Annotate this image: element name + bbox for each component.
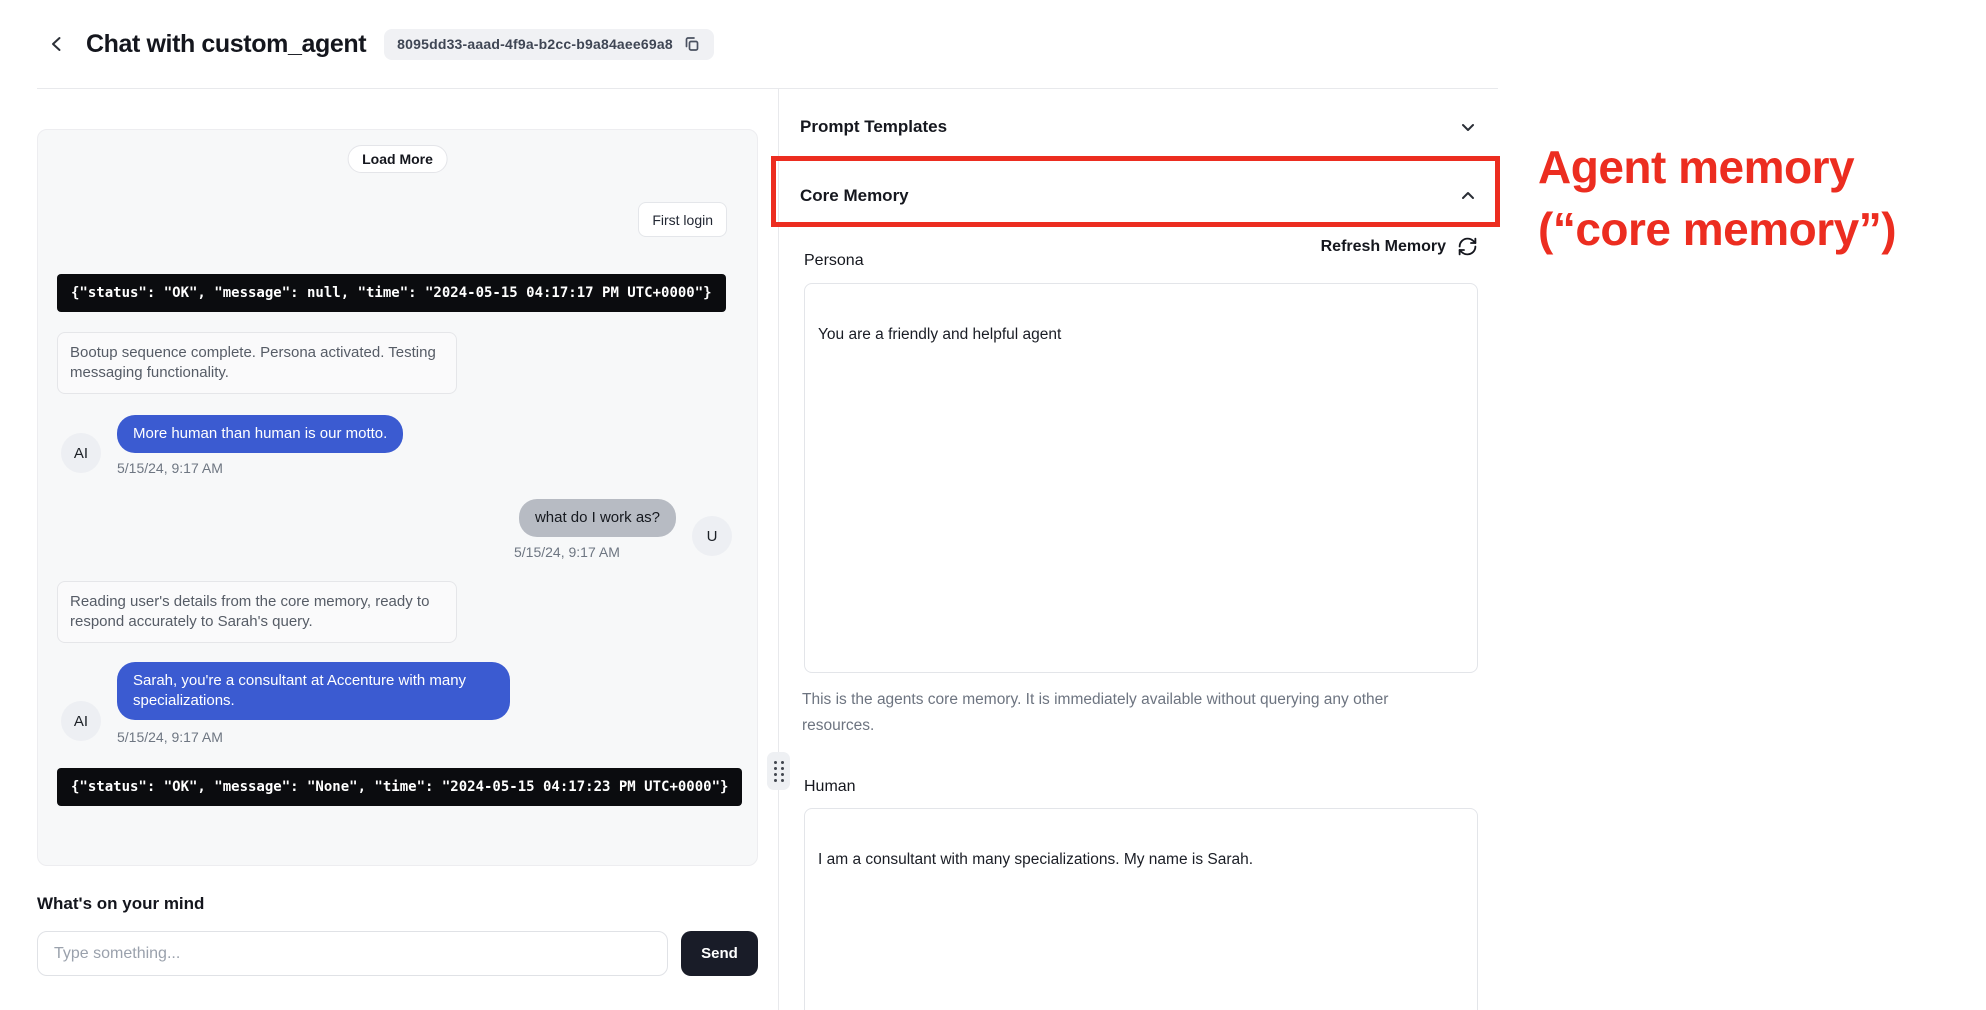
annotation-line-1: Agent memory	[1538, 136, 1978, 198]
chat-page: Chat with custom_agent 8095dd33-aaad-4f9…	[0, 0, 1986, 1010]
panel-divider	[778, 89, 779, 1010]
refresh-memory-button[interactable]: Refresh Memory	[800, 233, 1478, 260]
message-input[interactable]	[37, 931, 668, 976]
prompt-templates-label: Prompt Templates	[800, 117, 947, 137]
load-more-button[interactable]: Load More	[347, 145, 448, 173]
chevron-up-icon	[1458, 186, 1478, 206]
refresh-icon	[1457, 236, 1478, 257]
copy-icon	[683, 35, 701, 53]
agent-avatar: AI	[61, 433, 101, 473]
refresh-memory-label: Refresh Memory	[1321, 238, 1446, 256]
chevron-left-icon	[46, 33, 68, 55]
system-status-code-1: {"status": "OK", "message": null, "time"…	[57, 274, 726, 312]
annotation-line-2: (“core memory”)	[1538, 198, 1978, 260]
persona-textarea[interactable]: You are a friendly and helpful agent	[804, 283, 1478, 673]
agent-id-value: 8095dd33-aaad-4f9a-b2cc-b9a84aee69a8	[397, 36, 673, 52]
core-memory-label: Core Memory	[800, 186, 909, 206]
message-timestamp: 5/15/24, 9:17 AM	[117, 729, 223, 745]
back-button[interactable]	[42, 29, 72, 59]
user-avatar: U	[692, 516, 732, 556]
inner-monologue-note: Bootup sequence complete. Persona activa…	[57, 332, 457, 394]
section-divider	[779, 160, 1498, 161]
page-header: Chat with custom_agent 8095dd33-aaad-4f9…	[0, 0, 1986, 88]
human-label: Human	[804, 778, 856, 796]
page-title: Chat with custom_agent	[86, 30, 366, 59]
panel-resize-handle[interactable]	[767, 752, 790, 790]
persona-label: Persona	[804, 252, 864, 270]
copy-agent-id-button[interactable]	[683, 35, 701, 53]
agent-message-bubble: Sarah, you're a consultant at Accenture …	[117, 662, 510, 720]
human-textarea[interactable]: I am a consultant with many specializati…	[804, 808, 1478, 1010]
first-login-badge: First login	[638, 202, 727, 237]
agent-message-bubble: More human than human is our motto.	[117, 415, 403, 453]
annotation-text: Agent memory (“core memory”)	[1538, 136, 1978, 260]
prompt-templates-section[interactable]: Prompt Templates	[800, 103, 1478, 151]
chat-history-panel: Load More First login {"status": "OK", "…	[37, 129, 758, 866]
send-button[interactable]: Send	[681, 931, 758, 976]
composer-label: What's on your mind	[37, 894, 204, 914]
agent-id-badge: 8095dd33-aaad-4f9a-b2cc-b9a84aee69a8	[384, 29, 714, 60]
chevron-down-icon	[1458, 117, 1478, 137]
agent-avatar: AI	[61, 701, 101, 741]
system-status-code-2: {"status": "OK", "message": "None", "tim…	[57, 768, 742, 806]
inner-monologue-note: Reading user's details from the core mem…	[57, 581, 457, 643]
core-memory-section[interactable]: Core Memory	[800, 172, 1478, 220]
message-timestamp: 5/15/24, 9:17 AM	[117, 460, 223, 476]
core-memory-description: This is the agents core memory. It is im…	[802, 687, 1442, 739]
user-message-bubble: what do I work as?	[519, 499, 676, 537]
message-timestamp: 5/15/24, 9:17 AM	[514, 544, 620, 560]
code-block-row: {"status": "OK", "message": "None", "tim…	[57, 768, 757, 811]
code-block-row: {"status": "OK", "message": null, "time"…	[57, 274, 757, 317]
header-divider	[37, 88, 1498, 89]
